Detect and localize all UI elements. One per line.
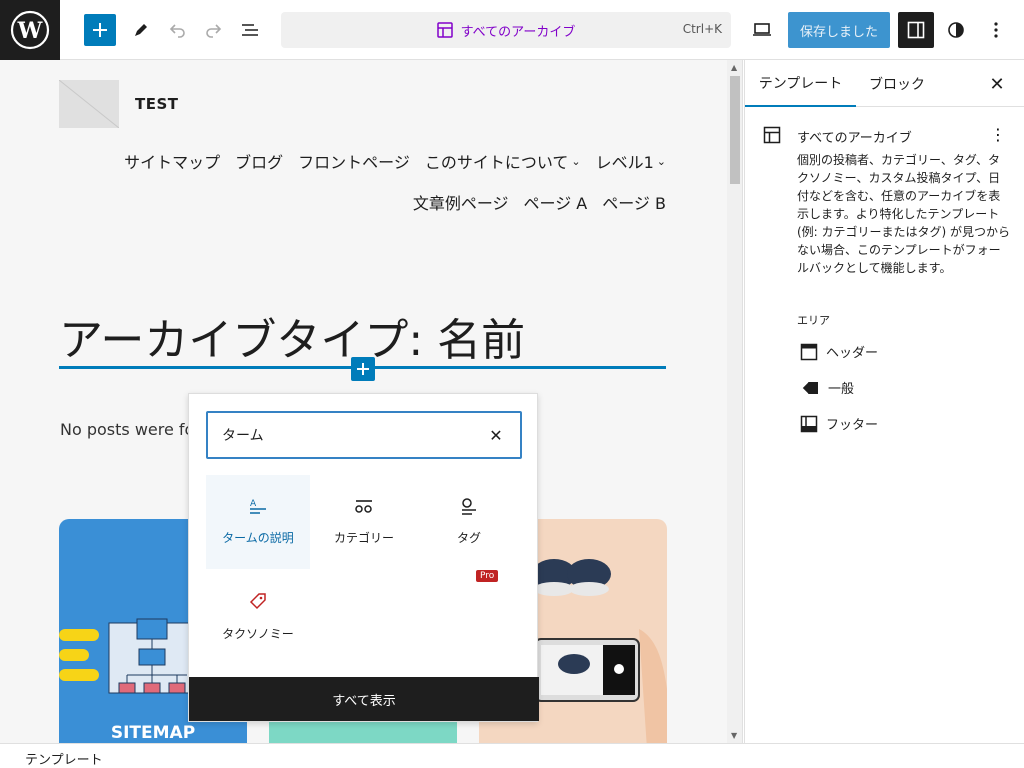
pro-badge: Pro	[476, 570, 499, 582]
block-search-input[interactable]	[222, 427, 462, 443]
area-footer[interactable]: フッター	[800, 414, 878, 433]
block-label: タームの説明	[222, 531, 294, 545]
block-search-box[interactable]: ✕	[206, 411, 522, 459]
no-posts-text: No posts were fo	[60, 420, 195, 439]
chevron-down-icon: ⌄	[656, 154, 666, 168]
taxonomy-tag-icon	[249, 593, 266, 610]
template-actions-more-icon[interactable]: ⋮	[988, 124, 1008, 144]
settings-sidebar: テンプレート ブロック ✕ すべてのアーカイブ ⋮ 個別の投稿者、カテゴリー、タ…	[744, 60, 1024, 743]
tab-template[interactable]: テンプレート	[745, 60, 856, 107]
nav-item-level1[interactable]: レベル1 ⌄	[596, 149, 666, 173]
command-shortcut: Ctrl+K	[682, 22, 722, 36]
block-tags[interactable]: タグ	[417, 475, 521, 569]
area-label: ヘッダー	[826, 346, 879, 361]
options-more-icon[interactable]	[978, 12, 1014, 48]
save-button[interactable]: 保存しました	[788, 12, 890, 48]
scroll-down-icon[interactable]: ▼	[731, 731, 737, 740]
add-block-button[interactable]	[84, 14, 116, 46]
template-icon	[436, 22, 453, 38]
canvas-scrollbar[interactable]: ▲ ▼	[727, 60, 743, 743]
block-label: タグ	[456, 531, 481, 545]
nav-item-sample-text[interactable]: 文章例ページ	[413, 190, 509, 214]
preview-device-icon[interactable]	[744, 12, 780, 48]
term-description-icon: A	[250, 499, 266, 514]
document-title: すべてのアーカイブ	[460, 24, 576, 40]
show-all-button[interactable]: すべて表示	[189, 677, 539, 721]
undo-icon[interactable]	[160, 12, 196, 48]
block-taxonomy[interactable]: タクソノミー	[206, 569, 310, 663]
areas-heading: エリア	[797, 314, 830, 327]
block-term-description[interactable]: A タームの説明	[206, 475, 310, 569]
close-icon[interactable]: ✕	[985, 72, 1009, 96]
top-toolbar: W すべてのアーカイブ Ctrl+K 保存しました	[0, 0, 1024, 60]
tab-block[interactable]: ブロック	[869, 60, 925, 107]
site-logo-placeholder[interactable]	[59, 80, 119, 128]
block-inserter-popover: ✕ A タームの説明 カテゴリー タグ タクソノミー Pro すべて表示	[188, 393, 539, 722]
nav-item-sitemap[interactable]: サイトマップ	[124, 149, 220, 173]
inline-add-block-button[interactable]	[351, 357, 375, 381]
site-title[interactable]: TEST	[135, 95, 179, 113]
document-bar[interactable]: すべてのアーカイブ Ctrl+K	[281, 12, 731, 48]
block-label: カテゴリー	[333, 531, 394, 545]
navigation-row-2: 文章例ページ ページ A ページ B	[413, 190, 666, 214]
styles-contrast-icon[interactable]	[938, 12, 974, 48]
scrollbar-thumb[interactable]	[730, 76, 740, 184]
area-label: 一般	[828, 382, 855, 397]
footer-area-icon	[800, 415, 818, 432]
area-general[interactable]: 一般	[800, 378, 854, 397]
wordpress-logo-icon[interactable]: W	[0, 0, 60, 60]
nav-item-front-page[interactable]: フロントページ	[298, 149, 410, 173]
block-label: タクソノミー	[222, 627, 294, 641]
nav-item-about[interactable]: このサイトについて ⌄	[425, 149, 581, 173]
nav-item-level1-label: レベル1	[595, 153, 654, 172]
sidebar-tabs: テンプレート ブロック ✕	[745, 60, 1024, 107]
nav-item-page-b[interactable]: ページ B	[602, 190, 666, 214]
area-label: フッター	[826, 418, 879, 433]
categories-icon	[355, 500, 372, 513]
svg-text:A: A	[250, 499, 257, 509]
nav-item-page-a[interactable]: ページ A	[524, 190, 588, 214]
navigation-row-1: サイトマップ ブログ フロントページ このサイトについて ⌄ レベル1 ⌄	[124, 149, 666, 173]
tag-icon	[462, 498, 476, 515]
archive-title-heading[interactable]: アーカイブタイプ: 名前	[59, 304, 525, 368]
template-layout-icon	[763, 126, 781, 148]
block-breadcrumb-bar: テンプレート	[0, 743, 1024, 768]
chevron-down-icon: ⌄	[571, 154, 581, 168]
clear-search-icon[interactable]: ✕	[486, 425, 506, 445]
svg-text:W: W	[17, 18, 43, 44]
tools-pencil-icon[interactable]	[123, 12, 159, 48]
redo-icon[interactable]	[195, 12, 231, 48]
general-area-icon	[801, 381, 818, 394]
header-area-icon	[800, 343, 818, 360]
nav-item-about-label: このサイトについて	[424, 153, 569, 172]
scroll-up-icon[interactable]: ▲	[731, 63, 737, 72]
card-label: SITEMAP	[110, 723, 196, 743]
breadcrumb-template[interactable]: テンプレート	[25, 749, 103, 768]
document-title-button[interactable]: すべてのアーカイブ	[281, 12, 731, 48]
area-header[interactable]: ヘッダー	[800, 342, 878, 361]
block-categories[interactable]: カテゴリー	[312, 475, 416, 569]
nav-item-blog[interactable]: ブログ	[235, 149, 283, 173]
document-overview-icon[interactable]	[232, 12, 268, 48]
settings-sidebar-icon[interactable]	[898, 12, 934, 48]
template-description: 個別の投稿者、カテゴリー、タグ、タクソノミー、カスタム投稿タイプ、日付などを含む…	[797, 153, 1011, 275]
template-name: すべてのアーカイブ	[797, 131, 912, 146]
